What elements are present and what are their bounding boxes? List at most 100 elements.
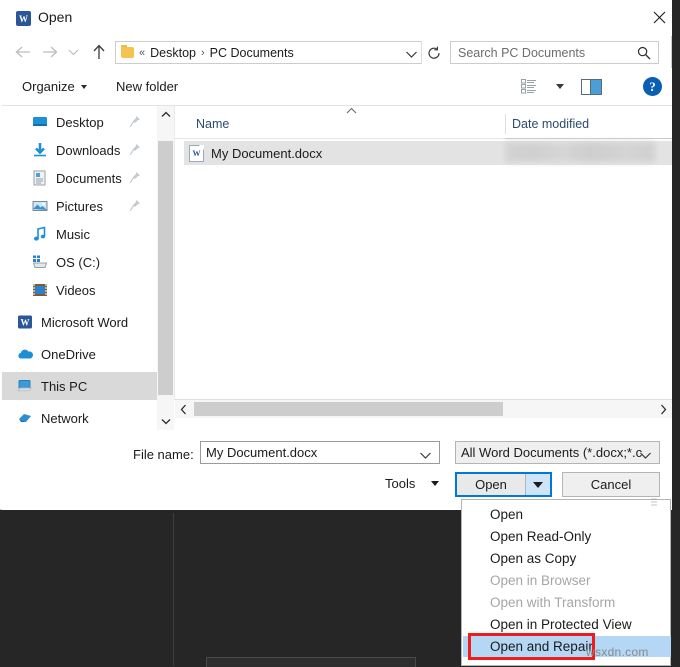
- sidebar-item-downloads[interactable]: Downloads: [2, 136, 157, 164]
- network-icon: [17, 410, 33, 426]
- title-bar: W Open: [0, 0, 672, 36]
- help-icon[interactable]: ?: [643, 77, 662, 96]
- window-title: Open: [38, 9, 72, 25]
- sidebar-item-network[interactable]: Network: [2, 404, 157, 430]
- pin-icon[interactable]: [129, 199, 141, 212]
- back-arrow-icon[interactable]: [14, 43, 32, 61]
- sidebar-label: Documents: [56, 171, 122, 186]
- menu-item-label: Open Read-Only: [490, 529, 591, 544]
- file-type-select[interactable]: All Word Documents (*.docx;*.c: [455, 441, 660, 464]
- address-bar[interactable]: « Desktop › PC Documents: [115, 41, 445, 64]
- column-header-name[interactable]: Name: [196, 117, 229, 131]
- scrollbar-thumb[interactable]: [158, 141, 173, 395]
- sidebar-item-pictures[interactable]: Pictures: [2, 192, 157, 220]
- column-divider[interactable]: [505, 114, 506, 134]
- sidebar-item-desktop[interactable]: Desktop: [2, 108, 157, 136]
- file-list: Name Date modified My Document.docx: [175, 106, 672, 430]
- open-dropdown-toggle[interactable]: [525, 474, 550, 495]
- sidebar-item-this-pc[interactable]: This PC: [2, 372, 157, 400]
- menu-item-open-in-protected-view[interactable]: Open in Protected View: [463, 614, 671, 635]
- navigation-pane-scrollbar[interactable]: [157, 106, 174, 430]
- chevron-right-icon[interactable]: [655, 400, 672, 418]
- sort-ascending-icon: [345, 106, 358, 118]
- videos-icon: [32, 282, 48, 298]
- forward-arrow-icon[interactable]: [40, 43, 58, 61]
- menu-item-open-as-copy[interactable]: Open as Copy: [463, 548, 671, 569]
- file-name-input[interactable]: My Document.docx: [200, 441, 440, 464]
- preview-pane-icon[interactable]: [581, 79, 602, 95]
- new-folder-label: New folder: [116, 79, 178, 94]
- menu-item-open-in-browser: Open in Browser: [463, 570, 671, 591]
- menu-item-open-with-transform: Open with Transform: [463, 592, 671, 613]
- word-icon: W: [17, 314, 33, 330]
- menu-item-open[interactable]: Open: [463, 504, 671, 525]
- chevron-down-icon[interactable]: [157, 413, 174, 430]
- sidebar-label: OneDrive: [41, 347, 96, 362]
- pictures-icon: [32, 198, 48, 214]
- sidebar-label: Music: [56, 227, 90, 242]
- sidebar-label: Videos: [56, 283, 96, 298]
- refresh-icon[interactable]: [421, 41, 445, 64]
- docx-file-icon: [189, 145, 204, 162]
- this-pc-icon: [17, 378, 33, 394]
- scrollbar-thumb[interactable]: [194, 402, 503, 416]
- chevron-left-icon[interactable]: [175, 400, 192, 418]
- menu-item-open-read-only[interactable]: Open Read-Only: [463, 526, 671, 547]
- new-folder-button[interactable]: New folder: [116, 79, 178, 94]
- sidebar-label: Pictures: [56, 199, 103, 214]
- chevron-down-icon[interactable]: [419, 447, 432, 465]
- chevron-down-icon[interactable]: [639, 447, 652, 465]
- close-icon[interactable]: [636, 0, 680, 34]
- onedrive-icon: [17, 346, 33, 362]
- breadcrumb-desktop[interactable]: Desktop: [150, 46, 196, 60]
- chevron-down-icon[interactable]: [405, 46, 418, 64]
- pin-icon[interactable]: [129, 171, 141, 184]
- open-dropdown-menu: Open Open Read-Only Open as Copy Open in…: [461, 499, 671, 666]
- word-icon: W: [16, 11, 31, 26]
- column-header-date-modified[interactable]: Date modified: [512, 117, 589, 131]
- file-name-label: File name:: [133, 447, 194, 462]
- file-list-horizontal-scrollbar[interactable]: [175, 400, 672, 418]
- header-underline-date: [505, 138, 672, 139]
- view-options-icon[interactable]: [521, 79, 537, 94]
- pin-icon[interactable]: [129, 115, 141, 128]
- desktop-divider: [173, 513, 174, 666]
- file-name-cell: My Document.docx: [211, 146, 322, 161]
- sidebar-label: Downloads: [56, 143, 120, 158]
- sidebar-item-os-c[interactable]: OS (C:): [2, 248, 157, 276]
- caret-down-icon: [81, 85, 87, 89]
- tools-label: Tools: [385, 476, 415, 491]
- navigation-pane: Desktop Downloads Documents: [2, 106, 157, 430]
- breadcrumb-pc-documents[interactable]: PC Documents: [210, 46, 294, 60]
- sidebar-item-microsoft-word[interactable]: W Microsoft Word: [2, 308, 157, 336]
- view-options-chevron-down-icon[interactable]: [556, 84, 564, 89]
- cancel-button[interactable]: Cancel: [562, 472, 660, 497]
- search-placeholder: Search PC Documents: [458, 46, 585, 60]
- sidebar-label: This PC: [41, 379, 87, 394]
- pin-icon[interactable]: [129, 143, 141, 156]
- breadcrumb-separator: ›: [201, 47, 205, 59]
- annotation-highlight-box: [468, 633, 595, 660]
- sidebar-item-documents[interactable]: Documents: [2, 164, 157, 192]
- svg-text:W: W: [21, 318, 30, 328]
- chevron-up-icon[interactable]: [157, 106, 174, 123]
- up-arrow-icon[interactable]: [90, 43, 108, 61]
- search-icon[interactable]: [637, 46, 651, 65]
- search-input[interactable]: Search PC Documents: [450, 41, 659, 64]
- tools-button[interactable]: Tools: [385, 476, 439, 491]
- screenshot-root: W Open « Desktop ›: [0, 0, 680, 666]
- open-button[interactable]: Open: [455, 472, 552, 497]
- sidebar-item-onedrive[interactable]: OneDrive: [2, 340, 157, 368]
- menu-item-label: Open: [490, 507, 523, 522]
- open-button-label[interactable]: Open: [457, 474, 525, 495]
- recent-locations-icon[interactable]: [64, 43, 82, 61]
- organize-button[interactable]: Organize: [22, 79, 87, 94]
- file-name-value: My Document.docx: [206, 445, 317, 460]
- organize-label: Organize: [22, 79, 75, 94]
- sidebar-item-music[interactable]: Music: [2, 220, 157, 248]
- caret-down-icon: [431, 481, 439, 486]
- navigation-bar: « Desktop › PC Documents Search PC Docum…: [0, 36, 672, 68]
- sidebar-item-videos[interactable]: Videos: [2, 276, 157, 304]
- address-prefix: «: [139, 47, 145, 59]
- watermark: wsxdn.com: [586, 645, 649, 659]
